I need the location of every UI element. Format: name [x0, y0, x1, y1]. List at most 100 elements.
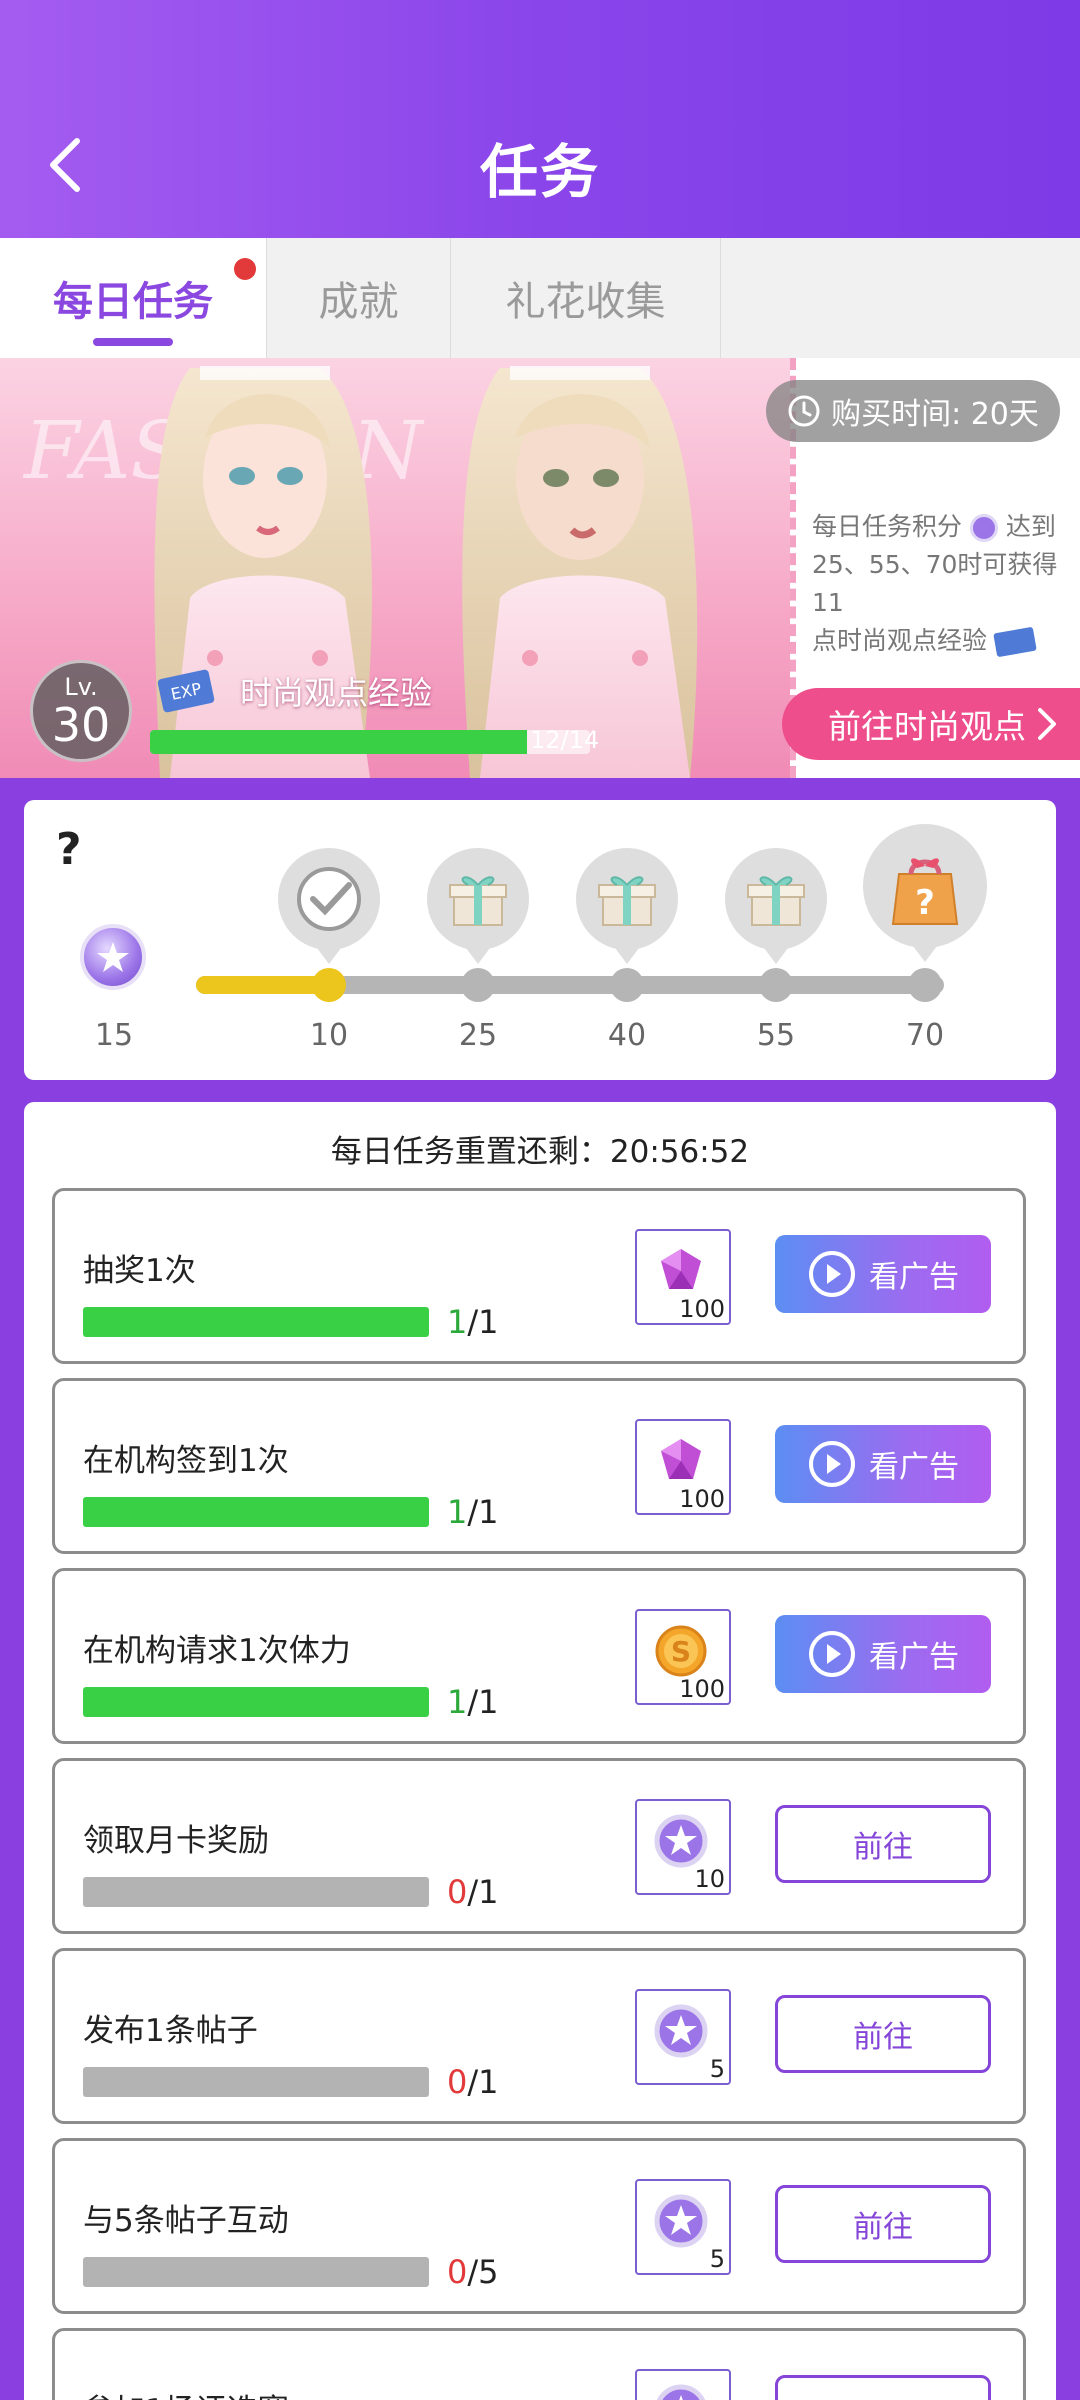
- task-progress-total: /1: [467, 1683, 499, 1721]
- task-card: 参加1场评选赛 前往: [52, 2328, 1026, 2400]
- task-progress-done: 0: [447, 1873, 468, 1911]
- play-icon: [809, 1631, 855, 1677]
- milestone-reward-gift[interactable]: [427, 848, 529, 950]
- task-progress-total: /1: [467, 1873, 499, 1911]
- task-progress-text: 1/1: [447, 1303, 499, 1341]
- tab-label: 每日任务: [53, 279, 213, 325]
- task-progress-total: /1: [467, 2063, 499, 2101]
- notification-dot: [234, 258, 256, 280]
- task-name: 抽奖1次: [83, 1253, 196, 1289]
- task-progress-total: /1: [467, 1493, 499, 1531]
- watch-ad-button[interactable]: 看广告: [775, 1615, 991, 1693]
- tab-achievements[interactable]: 成就: [266, 238, 450, 358]
- banner-description: 每日任务积分 达到 25、55、70时可获得11 点时尚观点经验: [812, 508, 1080, 660]
- help-icon[interactable]: ?: [56, 824, 82, 875]
- task-name: 领取月卡奖励: [83, 1823, 269, 1859]
- task-progress-done: 1: [447, 1493, 468, 1531]
- milestone-dot: [759, 968, 793, 1002]
- milestone-value: 40: [607, 1018, 647, 1053]
- exp-progress-fill: [150, 730, 528, 754]
- milestone-reward-claimed[interactable]: [278, 848, 380, 950]
- task-name: 参加1场评选赛: [83, 2385, 289, 2400]
- go-button[interactable]: 前往: [775, 2375, 991, 2400]
- goto-fashion-label: 前往时尚观点: [828, 707, 1026, 746]
- play-icon: [809, 1251, 855, 1297]
- tab-daily-tasks[interactable]: 每日任务: [0, 238, 266, 358]
- tab-confetti-collection[interactable]: 礼花收集: [450, 238, 720, 358]
- tab-bar-filler: [720, 238, 1080, 358]
- task-progress-done: 0: [447, 2253, 468, 2291]
- current-points: 15: [94, 1018, 134, 1053]
- watch-ad-button[interactable]: 看广告: [775, 1425, 991, 1503]
- level-value: 30: [51, 698, 111, 752]
- gift-box-icon: [747, 876, 805, 926]
- milestone-value: 25: [458, 1018, 498, 1053]
- milestone-reward-mystery[interactable]: ?: [863, 824, 987, 948]
- task-progress-done: 1: [447, 1303, 468, 1341]
- task-card: 抽奖1次 1/1 100 看广告: [52, 1188, 1026, 1364]
- exp-ticket-icon: [993, 626, 1037, 658]
- reward-star-coin: 5: [635, 2179, 731, 2275]
- task-name: 在机构请求1次体力: [83, 1633, 351, 1669]
- go-label: 前往: [853, 1830, 913, 1865]
- reward-count: 100: [679, 1675, 725, 1703]
- buy-time-badge: 购买时间: 20天: [766, 380, 1060, 442]
- watch-ad-label: 看广告: [869, 1260, 959, 1295]
- star-coin-icon: [656, 2384, 706, 2400]
- reward-star-coin: [635, 2369, 731, 2400]
- svg-text:S: S: [671, 1635, 691, 1668]
- reward-star-coin: 5: [635, 1989, 731, 2085]
- milestone-reward-gift[interactable]: [576, 848, 678, 950]
- points-track: [196, 976, 944, 994]
- task-progress-bar: [83, 2067, 429, 2097]
- desc-line-3: 25、55、70时可获得11: [812, 550, 1058, 617]
- go-label: 前往: [853, 2210, 913, 2245]
- goto-fashion-button[interactable]: 前往时尚观点: [782, 688, 1080, 760]
- task-card: 发布1条帖子 0/1 5 前往: [52, 1948, 1026, 2124]
- exp-label: 时尚观点经验: [240, 674, 433, 712]
- reward-coin: S 100: [635, 1609, 731, 1705]
- desc-line-1: 每日任务积分: [812, 512, 963, 541]
- points-coin-icon: [969, 514, 998, 542]
- task-progress-bar: [83, 2257, 429, 2287]
- reward-count: 10: [694, 1865, 725, 1893]
- reward-gem: 100: [635, 1419, 731, 1515]
- exp-progress-bar: [150, 730, 590, 754]
- task-progress-total: /5: [467, 2253, 499, 2291]
- star-icon: [97, 942, 129, 972]
- watch-ad-button[interactable]: 看广告: [775, 1235, 991, 1313]
- task-card: 与5条帖子互动 0/5 5 前往: [52, 2138, 1026, 2314]
- milestone-dot: [461, 968, 495, 1002]
- character-right: [462, 366, 698, 778]
- buy-time-text: 购买时间: 20天: [831, 397, 1039, 432]
- task-progress-text: 0/5: [447, 2253, 499, 2291]
- exp-count: 12/14: [530, 726, 600, 754]
- reward-count: 100: [679, 1295, 725, 1323]
- gift-box-icon: [598, 876, 656, 926]
- reward-gem: 100: [635, 1229, 731, 1325]
- gift-box-icon: [449, 876, 507, 926]
- milestone-dot: [610, 968, 644, 1002]
- daily-points-panel: ? 15 10 25 40 55 ? 70: [24, 800, 1056, 1080]
- task-progress-text: 0/1: [447, 2063, 499, 2101]
- task-progress-bar: [83, 1687, 429, 1717]
- go-button[interactable]: 前往: [775, 2185, 991, 2263]
- level-label: Lv.: [64, 673, 98, 701]
- milestone-value: 70: [905, 1018, 945, 1053]
- go-label: 前往: [853, 2392, 913, 2400]
- go-button[interactable]: 前往: [775, 1805, 991, 1883]
- task-progress-bar: [83, 1497, 429, 1527]
- reward-count: 5: [709, 2245, 725, 2273]
- watch-ad-label: 看广告: [869, 1450, 959, 1485]
- task-progress-bar: [83, 1307, 429, 1337]
- go-button[interactable]: 前往: [775, 1995, 991, 2073]
- task-progress-done: 1: [447, 1683, 468, 1721]
- desc-line-2: 达到: [1005, 512, 1056, 541]
- task-card: 在机构签到1次 1/1 100 看广告: [52, 1378, 1026, 1554]
- chevron-right-icon: [1038, 708, 1056, 740]
- reset-countdown: 每日任务重置还剩：20:56:52: [330, 1134, 750, 1170]
- daily-tasks-panel: 每日任务重置还剩：20:56:52 抽奖1次 1/1 100 看广告 在机构签到…: [24, 1102, 1056, 2400]
- task-name: 在机构签到1次: [83, 1443, 289, 1479]
- milestone-reward-gift[interactable]: [725, 848, 827, 950]
- task-card: 在机构请求1次体力 1/1 S 100 看广告: [52, 1568, 1026, 1744]
